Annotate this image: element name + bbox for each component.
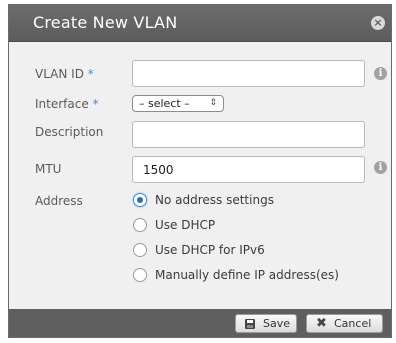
radio-button[interactable] — [133, 268, 147, 282]
required-mark: * — [87, 67, 94, 81]
radio-button[interactable] — [133, 243, 147, 257]
vlan-id-label: VLAN ID * — [35, 67, 94, 81]
mtu-label: MTU — [35, 162, 62, 176]
info-icon[interactable]: i — [374, 161, 387, 174]
interface-label: Interface * — [35, 97, 99, 111]
radio-label: Use DHCP for IPv6 — [155, 243, 265, 257]
select-arrows-icon: ⇕ — [209, 98, 217, 108]
save-icon — [245, 319, 255, 329]
dialog-title: Create New VLAN — [33, 13, 178, 32]
cancel-button[interactable]: ✖ Cancel — [306, 314, 383, 333]
close-icon[interactable]: × — [371, 16, 385, 30]
radio-button-selected[interactable] — [133, 193, 147, 207]
interface-select[interactable]: – select – ⇕ — [132, 95, 224, 112]
radio-label: Use DHCP — [155, 218, 216, 232]
interface-select-value: – select – — [139, 97, 190, 110]
vlan-id-label-text: VLAN ID — [35, 67, 84, 81]
radio-label: Manually define IP address(es) — [155, 268, 339, 282]
save-button[interactable]: Save — [235, 314, 297, 333]
dialog-footer: Save ✖ Cancel — [9, 309, 391, 337]
info-icon[interactable]: i — [374, 67, 387, 80]
dialog-title-bar[interactable]: Create New VLAN × — [9, 5, 391, 42]
close-icon: ✖ — [316, 316, 327, 331]
mtu-input[interactable] — [132, 156, 365, 183]
radio-button[interactable] — [133, 218, 147, 232]
description-input[interactable] — [132, 121, 365, 148]
description-label: Description — [35, 125, 104, 139]
vlan-id-input[interactable] — [132, 60, 365, 87]
create-vlan-dialog: Create New VLAN × VLAN ID * i Interface … — [8, 4, 392, 338]
required-mark: * — [92, 97, 99, 111]
interface-label-text: Interface — [35, 97, 89, 111]
save-button-label: Save — [263, 317, 291, 330]
cancel-button-label: Cancel — [334, 317, 372, 330]
address-label: Address — [35, 194, 83, 208]
radio-label: No address settings — [155, 193, 274, 207]
